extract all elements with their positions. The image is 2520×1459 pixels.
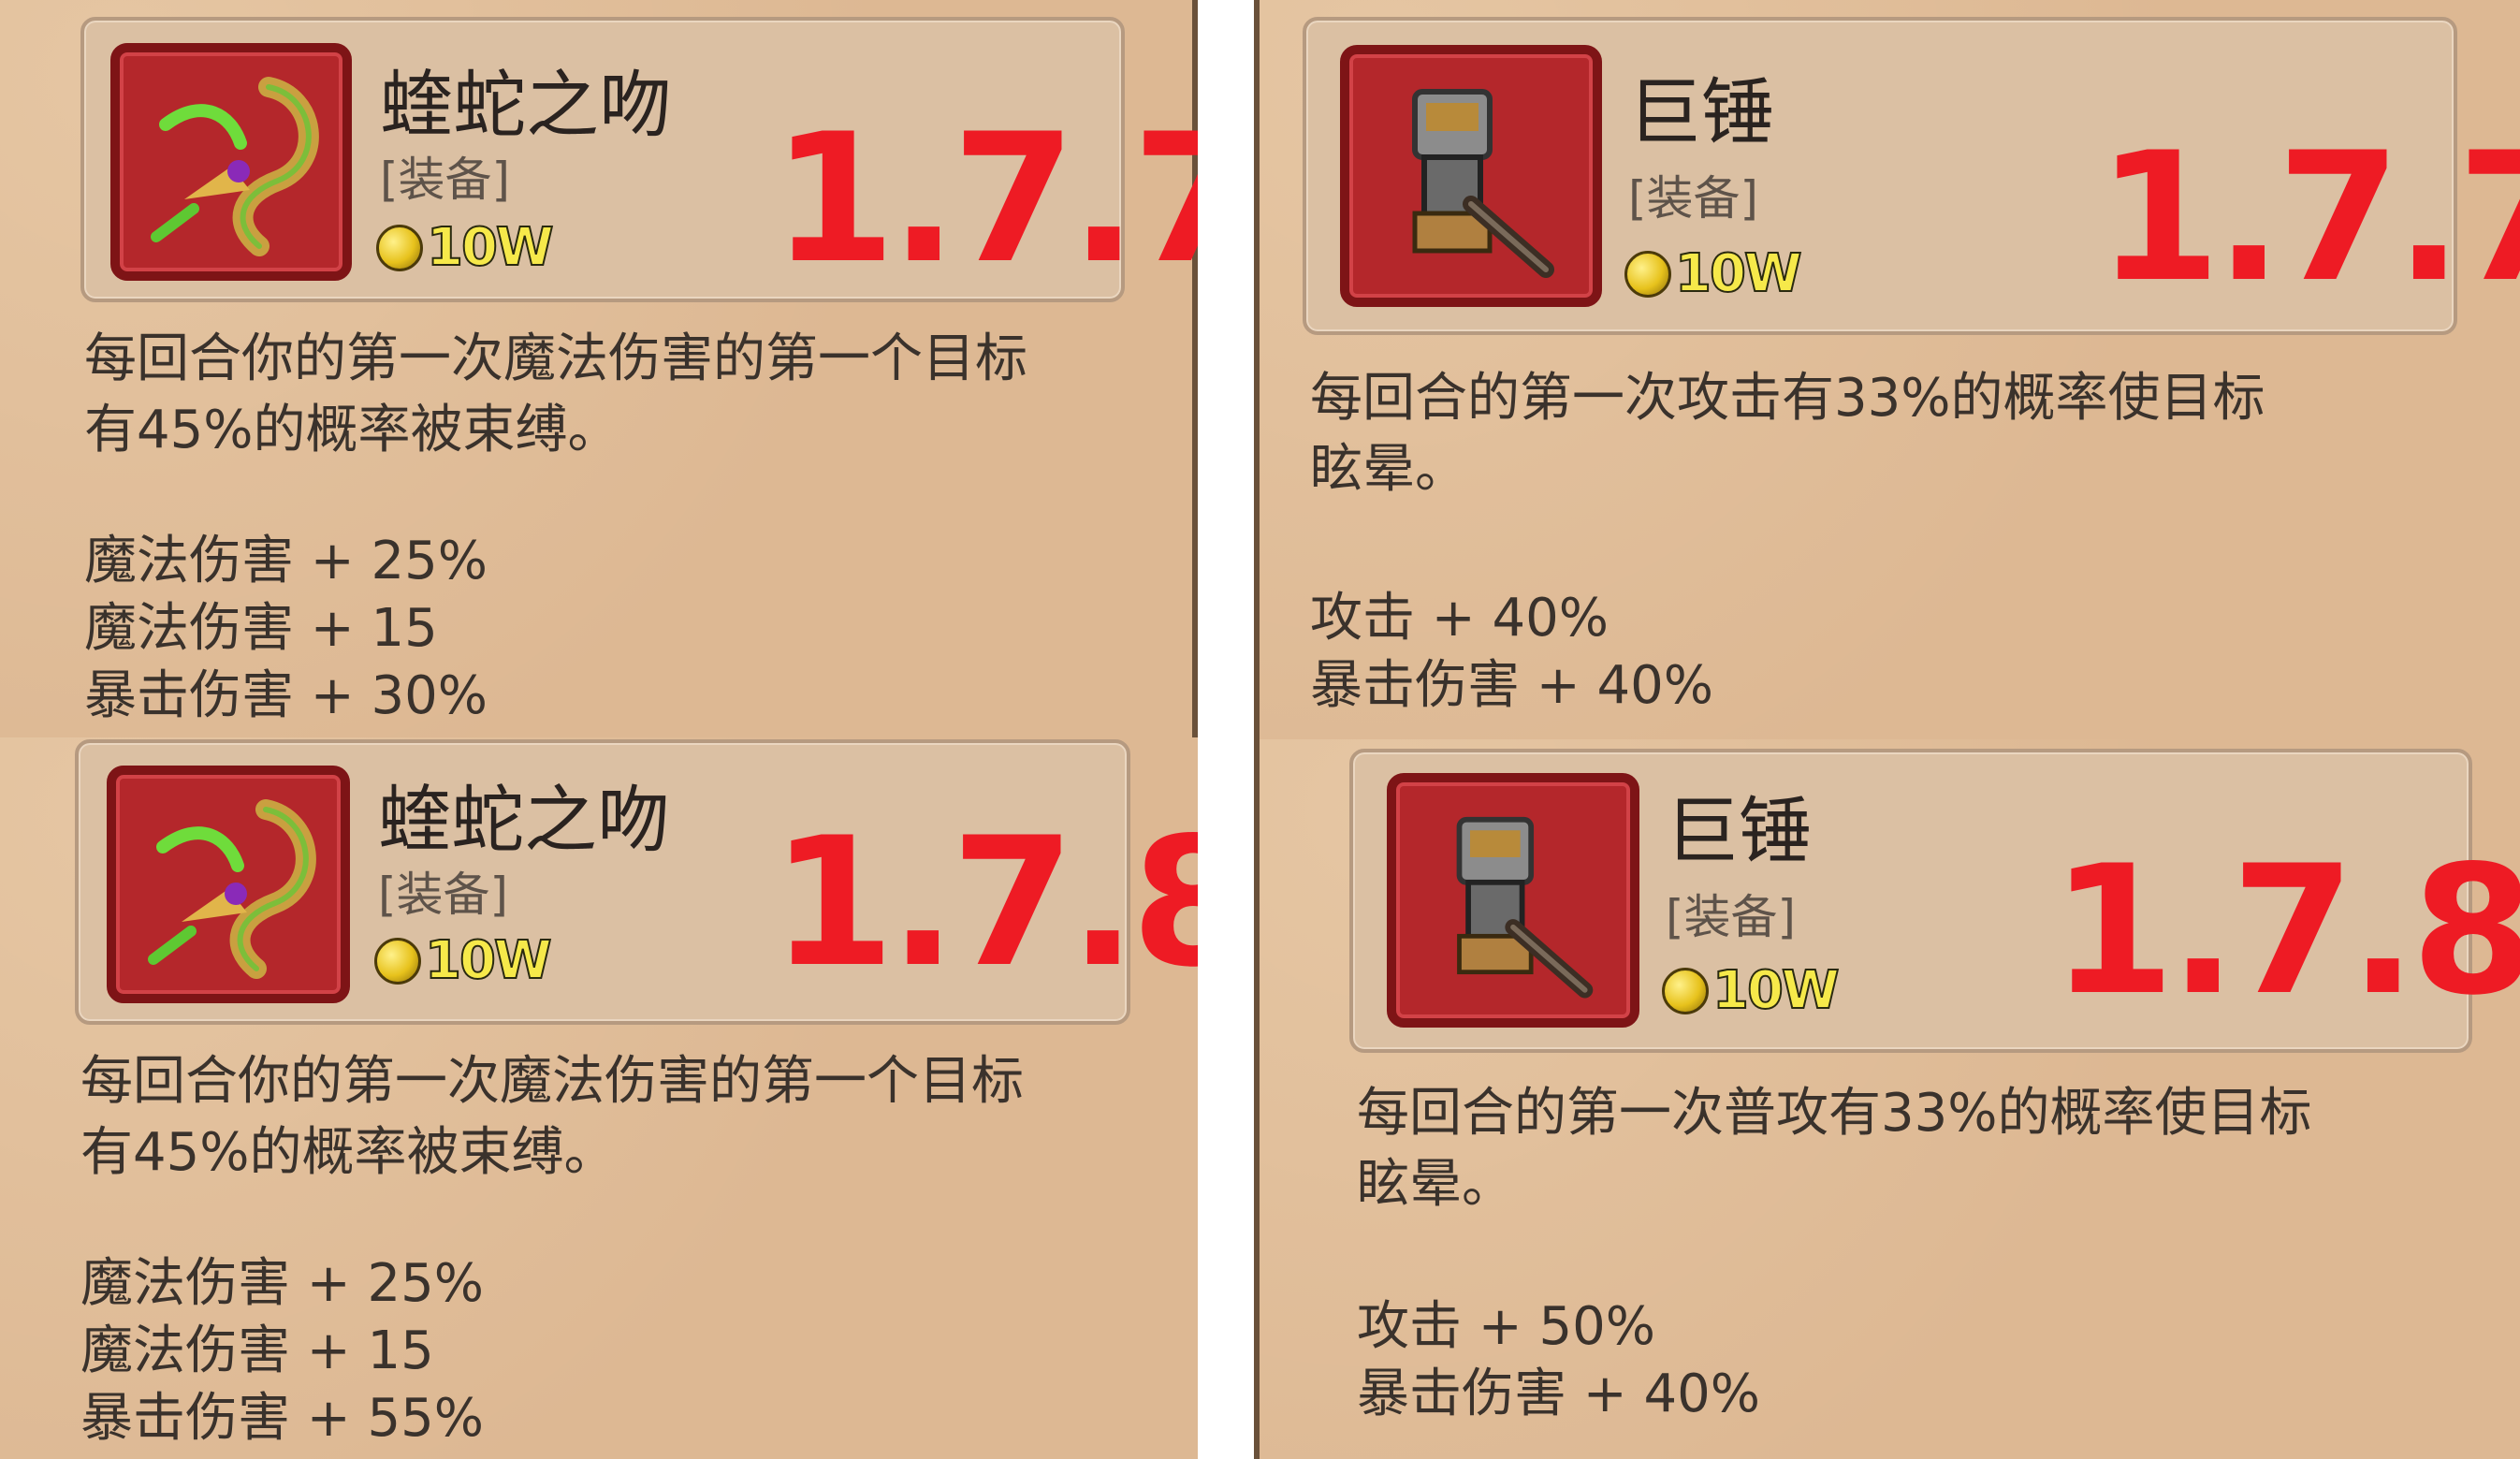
item-description: 每回合的第一次普攻有33%的概率使目标 眩晕。 [1357,1083,2312,1215]
price-value: 10W [424,929,553,992]
gold-coin-icon [1662,967,1709,1014]
item-header-card: 巨锤 [装备] 10W 1.7.7 [1303,17,2520,335]
war-hammer-icon [1387,773,1639,1028]
panel-border [1254,0,1260,739]
item-description: 每回合你的第一次魔法伤害的第一个目标 有45%的概率被束缚。 [80,1051,1024,1183]
stat-line: 暴击伤害 + 30% [84,665,488,726]
item-name: 蝰蛇之吻 [380,64,673,148]
item-name: 巨锤 [1628,71,1775,155]
stat-line: 魔法伤害 + 25% [84,531,488,591]
panel-border [1254,739,1260,1459]
item-type: [装备] [1666,890,1797,944]
item-tooltip-viper-kiss-1-7-8: 蝰蛇之吻 [装备] 10W 1.7.8 每回合你的第一次魔法伤害的第一个目标 有… [0,737,1198,1459]
gold-coin-icon [374,937,421,985]
serpent-blade-icon [107,766,350,1003]
serpent-blade-icon [110,43,352,281]
item-type: [装备] [1628,171,1759,226]
item-tooltip-viper-kiss-1-7-7: 蝰蛇之吻 [装备] 10W 1.7.7 每回合你的第一次魔法伤害的第一个目标 有… [0,0,1198,737]
item-description: 每回合你的第一次魔法伤害的第一个目标 有45%的概率被束缚。 [84,328,1027,460]
stat-line: 魔法伤害 + 15 [80,1320,434,1381]
item-description: 每回合的第一次攻击有33%的概率使目标 眩晕。 [1310,368,2265,500]
stat-line: 魔法伤害 + 15 [84,598,438,659]
item-price: 10W [374,929,553,992]
item-price: 10W [376,216,555,279]
stat-line: 魔法伤害 + 25% [80,1253,484,1314]
version-label: 1.7.7 [2097,114,2520,321]
stat-line: 攻击 + 50% [1357,1296,1655,1357]
war-hammer-icon [1340,45,1602,307]
version-label: 1.7.8 [2051,827,2520,1034]
item-stats: 魔法伤害 + 25% 魔法伤害 + 15 暴击伤害 + 55% [80,1250,484,1452]
item-tooltip-hammer-1-7-7: 巨锤 [装备] 10W 1.7.7 每回合的第一次攻击有33%的概率使目标 眩晕… [1254,0,2520,739]
stat-line: 暴击伤害 + 40% [1357,1364,1760,1424]
stat-line: 攻击 + 40% [1310,588,1609,649]
version-label: 1.7.7 [772,95,1198,302]
item-stats: 魔法伤害 + 25% 魔法伤害 + 15 暴击伤害 + 30% [84,528,488,730]
stat-line: 暴击伤害 + 55% [80,1388,484,1449]
price-value: 10W [1674,242,1803,305]
item-stats: 攻击 + 50% 暴击伤害 + 40% [1357,1293,1760,1428]
gold-coin-icon [376,224,423,271]
gold-coin-icon [1624,250,1671,298]
version-label: 1.7.8 [771,799,1198,1006]
stat-line: 暴击伤害 + 40% [1310,655,1713,716]
price-value: 10W [1712,959,1841,1022]
item-header-card: 蝰蛇之吻 [装备] 10W 1.7.7 [80,17,1198,302]
item-stats: 攻击 + 40% 暴击伤害 + 40% [1310,585,1713,720]
price-value: 10W [426,216,555,279]
item-name: 巨锤 [1666,790,1813,874]
item-header-card: 蝰蛇之吻 [装备] 10W 1.7.8 [75,739,1198,1025]
item-header-card: 巨锤 [装备] 10W 1.7.8 [1349,749,2520,1053]
item-name: 蝰蛇之吻 [378,779,671,863]
item-type: [装备] [380,153,511,207]
item-tooltip-hammer-1-7-8: 巨锤 [装备] 10W 1.7.8 每回合的第一次普攻有33%的概率使目标 眩晕… [1254,739,2520,1459]
item-price: 10W [1662,959,1841,1022]
item-price: 10W [1624,242,1803,305]
item-type: [装备] [378,868,509,922]
